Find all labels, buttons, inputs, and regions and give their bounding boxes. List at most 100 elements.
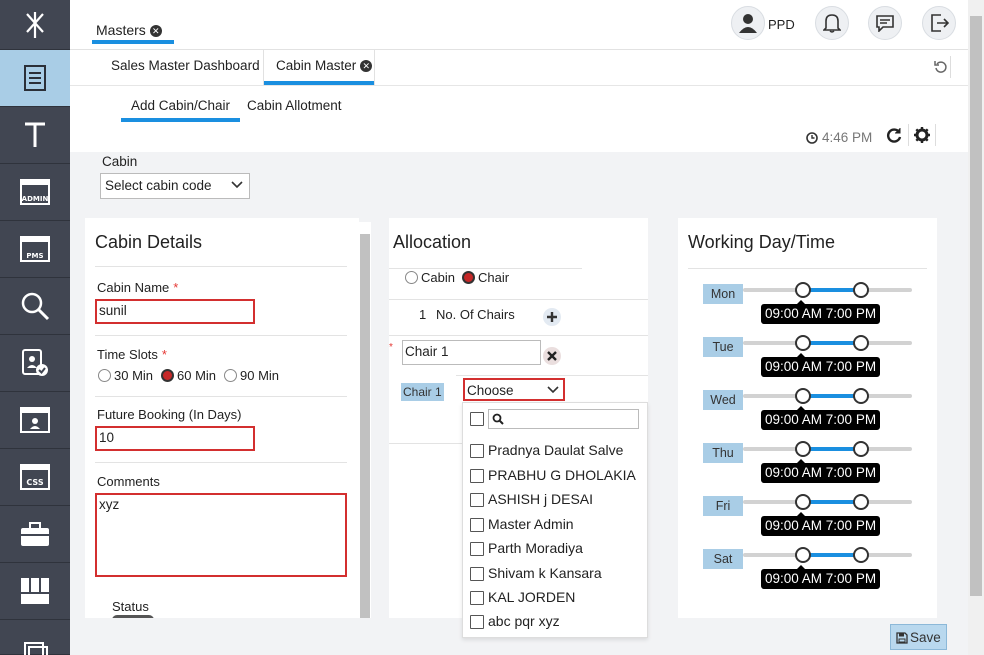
option-checkbox[interactable] (470, 444, 484, 458)
end-handle[interactable] (853, 547, 869, 563)
start-handle[interactable] (795, 441, 811, 457)
comments-textarea[interactable]: xyz (95, 493, 347, 577)
end-handle[interactable] (853, 282, 869, 298)
radio-icon (224, 369, 237, 382)
tab-masters[interactable]: Masters ✕ (84, 14, 174, 44)
nav-text[interactable] (0, 107, 70, 164)
css-icon: CSS (20, 464, 50, 490)
end-handle[interactable] (853, 388, 869, 404)
radio-selected-icon (161, 369, 174, 382)
option-checkbox[interactable] (470, 493, 484, 507)
radio-selected-icon (462, 271, 475, 284)
time-range-label: 09:00 AM 7:00 PM (761, 300, 881, 324)
option-checkbox[interactable] (470, 567, 484, 581)
option-item[interactable]: PRABHU G DHOLAKIA (488, 467, 636, 483)
user-dropdown: Pradnya Daulat Salve PRABHU G DHOLAKIA A… (462, 402, 648, 638)
start-handle[interactable] (795, 388, 811, 404)
clock-icon (806, 132, 818, 144)
option-item[interactable]: Parth Moradiya (488, 540, 583, 556)
nav-profile[interactable] (0, 392, 70, 449)
choose-user-select[interactable]: Choose (463, 378, 565, 401)
nav-approvals[interactable] (0, 335, 70, 392)
no-of-chairs-label: No. Of Chairs (436, 307, 515, 322)
option-checkbox[interactable] (470, 615, 484, 629)
time-slots-label-text: Time Slots (97, 347, 158, 362)
scroll-thumb[interactable] (360, 234, 370, 618)
nav-grid[interactable] (0, 563, 70, 620)
radio-chair[interactable]: Chair (462, 270, 509, 285)
start-handle[interactable] (795, 282, 811, 298)
chat-icon (876, 15, 894, 32)
radio-30-min[interactable]: 30 Min (98, 368, 153, 383)
close-icon[interactable]: ✕ (149, 25, 162, 37)
tab-add-cabin-chair[interactable]: Add Cabin/Chair (121, 98, 241, 122)
scroll-thumb[interactable] (970, 16, 982, 596)
page-header: Add Cabin/Chair Cabin Allotment 4:46 PM (70, 86, 968, 152)
radio-cabin[interactable]: Cabin (405, 270, 455, 285)
cabin-name-input[interactable]: sunil (95, 299, 255, 324)
divider (95, 462, 347, 463)
option-item[interactable]: KAL JORDEN (488, 589, 575, 605)
window-scrollbar[interactable] (968, 0, 984, 655)
gear-icon[interactable] (913, 126, 931, 144)
nav-masters[interactable] (0, 50, 70, 107)
day-label: Wed (703, 390, 743, 410)
tab-cabin-master[interactable]: Cabin Master ✕ (263, 50, 375, 85)
plus-icon (547, 312, 557, 322)
working-title: Working Day/Time (688, 232, 836, 252)
dropdown-search-input[interactable] (488, 409, 639, 429)
nav-logo[interactable] (0, 0, 70, 50)
option-item[interactable]: ASHISH j DESAI (488, 491, 593, 507)
end-handle[interactable] (853, 335, 869, 351)
select-all-checkbox[interactable] (470, 412, 484, 426)
tab-sales-master-dashboard[interactable]: Sales Master Dashboard (111, 50, 260, 85)
nav-css[interactable]: CSS (0, 449, 70, 506)
chair-tag: Chair 1 (401, 383, 444, 401)
remove-chair-button[interactable] (543, 347, 561, 365)
option-checkbox[interactable] (470, 542, 484, 556)
nav-admin[interactable]: ADMIN (0, 164, 70, 221)
logout-button[interactable] (922, 6, 956, 40)
cabin-details-scrollbar[interactable] (359, 222, 371, 618)
divider (950, 56, 951, 78)
nav-search[interactable] (0, 278, 70, 335)
save-button[interactable]: Save (890, 624, 947, 650)
option-item[interactable]: Shivam k Kansara (488, 565, 602, 581)
cabin-code-select[interactable]: Select cabin code (100, 173, 250, 199)
comments-label: Comments (97, 474, 160, 489)
start-handle[interactable] (795, 494, 811, 510)
option-checkbox[interactable] (470, 591, 484, 605)
option-item[interactable]: abc pqr xyz (488, 613, 560, 629)
cabin-code-value: Select cabin code (105, 178, 212, 193)
end-handle[interactable] (853, 441, 869, 457)
option-item[interactable]: Pradnya Daulat Salve (488, 442, 623, 458)
search-icon (492, 413, 504, 425)
option-checkbox[interactable] (470, 469, 484, 483)
svg-text:PMS: PMS (26, 252, 43, 260)
close-icon[interactable]: ✕ (360, 60, 373, 72)
nav-pms[interactable]: PMS (0, 221, 70, 278)
end-handle[interactable] (853, 494, 869, 510)
grid-icon (21, 578, 49, 604)
add-chair-button[interactable] (543, 308, 561, 326)
messages-button[interactable] (868, 6, 902, 40)
user-avatar[interactable] (731, 6, 765, 40)
divider (908, 124, 909, 146)
nav-briefcase[interactable] (0, 506, 70, 563)
option-item[interactable]: Master Admin (488, 516, 574, 532)
chair-name-input[interactable]: Chair 1 (402, 340, 541, 365)
logout-icon (931, 14, 949, 32)
start-handle[interactable] (795, 335, 811, 351)
status-toggle[interactable] (112, 615, 154, 618)
current-time: 4:46 PM (822, 130, 873, 145)
future-booking-input[interactable]: 10 (95, 426, 255, 451)
tab-cabin-allotment[interactable]: Cabin Allotment (247, 98, 342, 113)
nav-docs[interactable] (0, 620, 70, 655)
notifications-button[interactable] (815, 6, 849, 40)
start-handle[interactable] (795, 547, 811, 563)
refresh-icon[interactable] (885, 126, 903, 144)
radio-90-min[interactable]: 90 Min (224, 368, 279, 383)
radio-60-min[interactable]: 60 Min (161, 368, 216, 383)
refresh-tabs-icon[interactable] (934, 60, 948, 74)
option-checkbox[interactable] (470, 518, 484, 532)
